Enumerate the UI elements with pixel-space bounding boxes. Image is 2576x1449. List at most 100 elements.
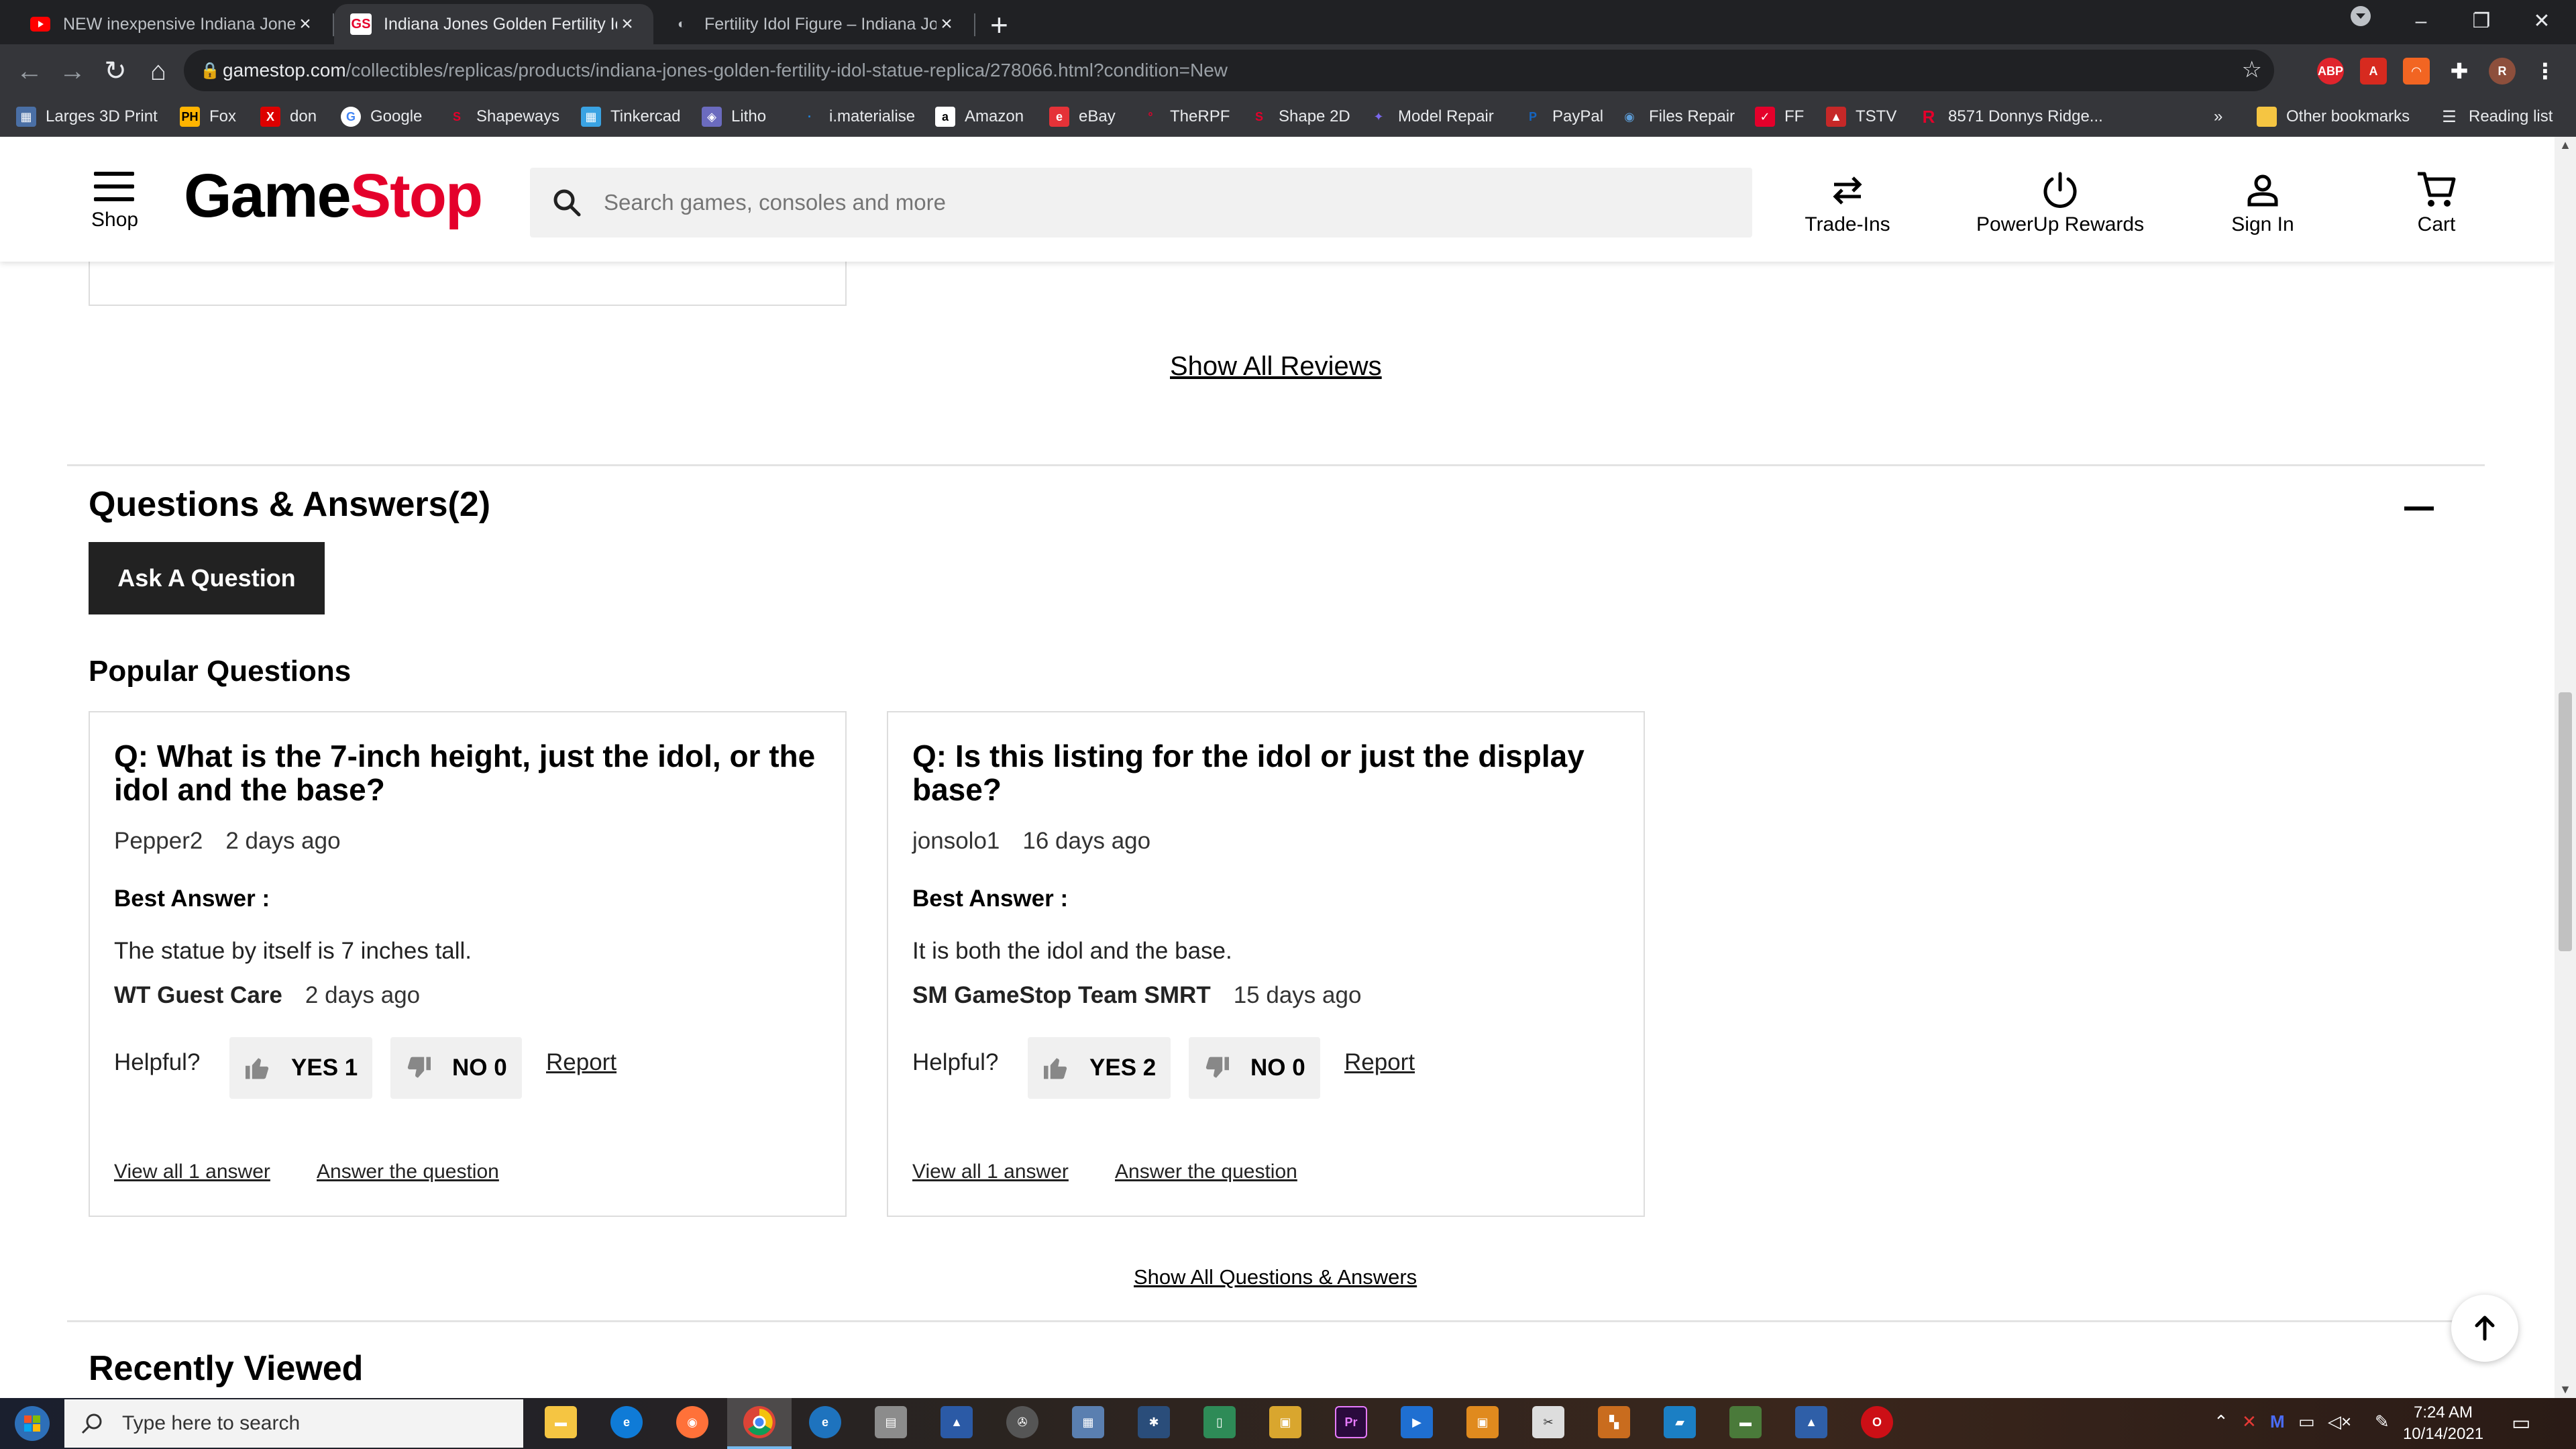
pen-icon[interactable]: ✎ xyxy=(2375,1411,2390,1432)
report-link[interactable]: Report xyxy=(1344,1049,1415,1076)
menu-kebab-icon[interactable]: ⋮ xyxy=(2532,58,2559,85)
app-icon[interactable]: ▬ xyxy=(1729,1406,1762,1438)
scroll-up-arrow-icon[interactable]: ▲ xyxy=(2555,138,2576,152)
bookmark-item[interactable]: P PayPal xyxy=(1523,103,1603,130)
tray-chevron-icon[interactable]: ⌃ xyxy=(2214,1411,2229,1432)
restore-icon[interactable]: ❐ xyxy=(2451,3,2512,40)
bookmark-item[interactable]: S Shape 2D xyxy=(1249,103,1350,130)
internet-explorer-icon[interactable]: e xyxy=(809,1406,841,1438)
taskbar-clock[interactable]: 7:24 AM 10/14/2021 xyxy=(2396,1402,2490,1445)
adblock-plus-icon[interactable]: ABP xyxy=(2317,58,2344,85)
powerup-rewards-button[interactable]: PowerUp Rewards xyxy=(1976,166,2144,236)
browser-tab-active[interactable]: GS Indiana Jones Golden Fertility Ido × xyxy=(334,4,653,44)
vote-yes-button[interactable]: YES 1 xyxy=(229,1037,373,1099)
show-all-qa-link[interactable]: Show All Questions & Answers xyxy=(1134,1265,1417,1289)
sign-in-button[interactable]: Sign In xyxy=(2226,166,2300,236)
minimize-icon[interactable]: – xyxy=(2391,3,2451,40)
opera-icon[interactable]: O xyxy=(1861,1406,1893,1438)
tray-app-icon[interactable]: M xyxy=(2270,1411,2285,1432)
search-bar[interactable] xyxy=(530,168,1752,237)
scrollbar-thumb[interactable] xyxy=(2559,692,2572,951)
film-reel-icon[interactable]: ✇ xyxy=(1006,1406,1038,1438)
app-icon[interactable]: ▯ xyxy=(1203,1406,1236,1438)
cart-button[interactable]: Cart xyxy=(2404,166,2469,236)
bookmark-item[interactable]: Xdon xyxy=(260,103,317,130)
app-icon[interactable]: ▣ xyxy=(1269,1406,1301,1438)
bookmark-item[interactable]: ▲ TSTV xyxy=(1826,103,1896,130)
bookmark-item[interactable]: · i.materialise xyxy=(800,103,915,130)
volume-muted-icon[interactable]: ◁× xyxy=(2328,1411,2351,1432)
app-icon[interactable]: ▲ xyxy=(1795,1406,1827,1438)
tab-close-icon[interactable]: × xyxy=(617,13,637,36)
tab-close-icon[interactable]: × xyxy=(295,13,315,36)
reload-icon[interactable]: ↻ xyxy=(95,51,136,91)
taskbar-search-box[interactable]: Type here to search xyxy=(64,1399,523,1448)
app-icon[interactable]: ▦ xyxy=(1072,1406,1104,1438)
bookmark-item[interactable]: ▦ Tinkercad xyxy=(581,103,680,130)
back-icon[interactable]: ← xyxy=(9,51,50,91)
scroll-down-arrow-icon[interactable]: ▼ xyxy=(2555,1383,2576,1397)
bookmark-item[interactable]: a Amazon xyxy=(935,103,1024,130)
browser-tab[interactable]: NEW inexpensive Indiana Jones G × xyxy=(13,4,331,44)
search-input[interactable] xyxy=(604,190,1677,215)
other-bookmarks[interactable]: Other bookmarks xyxy=(2257,103,2410,130)
home-icon[interactable]: ⌂ xyxy=(138,51,178,91)
new-tab-icon[interactable]: + xyxy=(990,7,1008,43)
answer-question-link[interactable]: Answer the question xyxy=(317,1161,499,1183)
gamestop-logo[interactable]: GameStop xyxy=(184,165,483,227)
bookmark-star-icon[interactable]: ☆ xyxy=(2242,56,2262,83)
vote-no-button[interactable]: NO 0 xyxy=(390,1037,522,1099)
bookmark-item[interactable]: ✦ Model Repair xyxy=(1368,103,1493,130)
app-icon[interactable]: ▚ xyxy=(1598,1406,1630,1438)
bookmark-item[interactable]: G Google xyxy=(341,103,422,130)
trade-ins-button[interactable]: Trade-Ins xyxy=(1798,166,1897,236)
bookmark-item[interactable]: e eBay xyxy=(1049,103,1116,130)
bookmark-item[interactable]: ◈ Litho xyxy=(702,103,766,130)
forward-icon[interactable]: → xyxy=(52,51,93,91)
app-icon[interactable]: ▤ xyxy=(875,1406,907,1438)
premiere-pro-icon[interactable]: Pr xyxy=(1335,1406,1367,1438)
app-icon[interactable]: ✂ xyxy=(1532,1406,1564,1438)
edge-icon[interactable]: e xyxy=(610,1406,643,1438)
notifications-icon[interactable]: ▭ xyxy=(2512,1411,2530,1435)
acrobat-icon[interactable]: A xyxy=(2360,58,2387,85)
shop-menu-button[interactable]: Shop xyxy=(91,172,138,231)
app-icon[interactable]: ▣ xyxy=(1466,1406,1499,1438)
bookmark-item[interactable]: ◉ Files Repair xyxy=(1619,103,1735,130)
collapse-minus-icon[interactable] xyxy=(2404,506,2434,511)
vote-no-button[interactable]: NO 0 xyxy=(1189,1037,1320,1099)
view-all-answers-link[interactable]: View all 1 answer xyxy=(114,1161,270,1183)
show-all-reviews-link[interactable]: Show All Reviews xyxy=(1170,352,1382,382)
page-scrollbar[interactable]: ▲ ▼ xyxy=(2555,137,2576,1398)
close-window-icon[interactable]: ✕ xyxy=(2512,3,2572,40)
bookmarks-overflow-icon[interactable]: » xyxy=(2214,103,2222,130)
app-icon[interactable]: ▰ xyxy=(1664,1406,1696,1438)
profile-avatar[interactable]: R xyxy=(2489,58,2516,85)
bookmark-item[interactable]: S Shapeways xyxy=(447,103,559,130)
bookmark-item[interactable]: PH Fox xyxy=(180,103,236,130)
tab-search-icon[interactable] xyxy=(2330,3,2391,40)
network-icon[interactable]: ▭ xyxy=(2298,1411,2315,1432)
firefox-icon[interactable]: ◉ xyxy=(676,1406,708,1438)
browser-tab[interactable]: ◐ Fertility Idol Figure – Indiana Jon × xyxy=(655,4,973,44)
bookmark-item[interactable]: ° TheRPF xyxy=(1140,103,1230,130)
rss-icon[interactable]: ◠ xyxy=(2403,58,2430,85)
answer-question-link[interactable]: Answer the question xyxy=(1115,1161,1297,1183)
file-explorer-icon[interactable]: ▬ xyxy=(545,1406,577,1438)
bookmark-item[interactable]: R 8571 Donnys Ridge... xyxy=(1919,103,2103,130)
bookmark-item[interactable]: ▦ Larges 3D Print xyxy=(16,103,158,130)
chrome-icon[interactable] xyxy=(743,1406,775,1438)
back-to-top-button[interactable] xyxy=(2451,1295,2518,1362)
bookmark-item[interactable]: ✓ FF xyxy=(1755,103,1804,130)
report-link[interactable]: Report xyxy=(546,1049,616,1076)
view-all-answers-link[interactable]: View all 1 answer xyxy=(912,1161,1069,1183)
vote-yes-button[interactable]: YES 2 xyxy=(1028,1037,1171,1099)
address-bar[interactable]: 🔒 gamestop.com/collectibles/replicas/pro… xyxy=(184,50,2274,91)
start-button-icon[interactable] xyxy=(5,1401,59,1446)
video-player-icon[interactable]: ▶ xyxy=(1401,1406,1433,1438)
app-icon[interactable]: ▲ xyxy=(941,1406,973,1438)
tray-app-icon[interactable]: ✕ xyxy=(2242,1411,2257,1432)
extensions-puzzle-icon[interactable]: ✚ xyxy=(2446,58,2473,85)
tab-close-icon[interactable]: × xyxy=(936,13,957,36)
ask-question-button[interactable]: Ask A Question xyxy=(89,542,325,614)
